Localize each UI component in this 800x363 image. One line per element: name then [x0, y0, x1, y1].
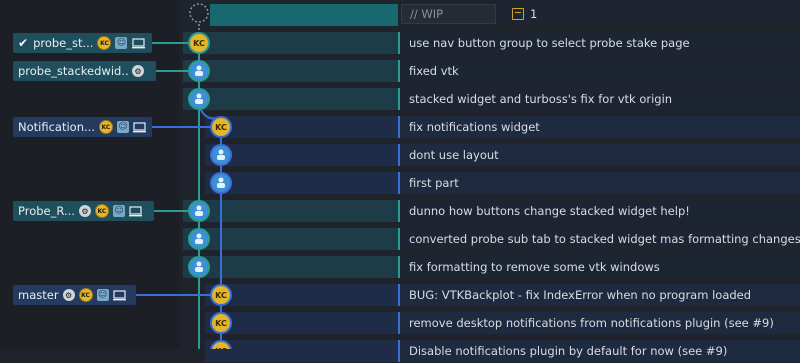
commit-row-band — [183, 228, 398, 250]
kc-icon: KC — [98, 120, 113, 134]
commit-message: first part — [409, 176, 459, 190]
commit-row-band — [205, 172, 398, 194]
branch-tag[interactable]: master ⚙ KC ☺ — [13, 285, 136, 305]
branch-tag[interactable]: Notification... KC ☺ — [13, 117, 152, 137]
commit-message: fixed vtk — [409, 64, 459, 78]
commit-message: use nav button group to select probe sta… — [409, 36, 690, 50]
branch-tag-label: Probe_R... — [18, 204, 75, 218]
github-icon: ⚙ — [132, 65, 144, 77]
commit-message: dunno how buttons change stacked widget … — [409, 204, 690, 218]
lane-color-marker — [398, 172, 400, 194]
computer-icon — [129, 205, 143, 217]
commit-row-band — [183, 88, 398, 110]
commit-row[interactable]: dont use layout — [0, 143, 800, 167]
lane-color-marker — [398, 340, 400, 362]
wip-file-count[interactable]: 1 — [512, 4, 537, 24]
commit-message: fix notifications widget — [409, 120, 540, 134]
commit-row-band — [183, 200, 398, 222]
lane-color-marker — [398, 116, 400, 138]
commit-row-band — [205, 116, 398, 138]
lane-color-marker — [398, 60, 400, 82]
branch-connector — [152, 42, 189, 44]
lane-color-marker — [398, 312, 400, 334]
lane-color-marker — [398, 88, 400, 110]
lane-color-marker — [398, 228, 400, 250]
lane-color-marker — [398, 200, 400, 222]
commit-row-band — [183, 60, 398, 82]
branch-connector — [156, 70, 189, 72]
branch-tag[interactable]: probe_stackedwid... ⚙ — [13, 61, 156, 81]
wip-summary-input[interactable]: // WIP — [401, 4, 496, 24]
lane-color-marker — [398, 256, 400, 278]
branch-connector — [136, 294, 211, 296]
wip-row-background — [496, 4, 800, 24]
branch-tag-label: probe_st... — [33, 36, 94, 50]
github-icon: ⚙ — [62, 289, 75, 301]
lane-color-marker — [398, 144, 400, 166]
commit-row[interactable]: stacked widget and turboss's fix for vtk… — [0, 87, 800, 111]
commit-row-band — [205, 312, 398, 334]
commit-message: stacked widget and turboss's fix for vtk… — [409, 92, 673, 106]
commit-row-band — [183, 32, 398, 54]
commit-row[interactable]: converted probe sub tab to stacked widge… — [0, 227, 800, 251]
wip-file-count-value: 1 — [530, 7, 538, 21]
wip-node-icon — [189, 3, 209, 23]
branch-tag[interactable]: Probe_R... ⚙ KC ☺ — [13, 201, 154, 221]
commit-row[interactable]: remove desktop notifications from notifi… — [0, 311, 800, 335]
branch-tag-label: probe_stackedwid... — [18, 64, 128, 78]
commit-row[interactable]: Disable notifications plugin by default … — [0, 339, 800, 363]
avatar-icon: ☺ — [96, 289, 109, 301]
file-changes-icon — [512, 8, 524, 20]
commit-row-band — [205, 144, 398, 166]
commit-row[interactable]: first part — [0, 171, 800, 195]
lane-color-marker — [398, 32, 400, 54]
branch-tag-label: Notification... — [18, 120, 95, 134]
computer-icon — [131, 37, 145, 49]
kc-icon: KC — [97, 36, 112, 50]
avatar-icon: ☺ — [115, 37, 128, 49]
github-icon: ⚙ — [78, 205, 91, 217]
computer-icon — [133, 121, 147, 133]
checkmark-icon: ✔ — [18, 36, 29, 50]
branch-connector — [154, 210, 189, 212]
wip-row-highlight[interactable] — [210, 4, 398, 26]
commit-row[interactable]: fix formatting to remove some vtk window… — [0, 255, 800, 279]
commit-message: converted probe sub tab to stacked widge… — [409, 232, 800, 246]
lane-color-marker — [398, 284, 400, 306]
avatar-icon: ☺ — [116, 121, 129, 133]
commit-row-band — [183, 256, 398, 278]
branch-connector — [152, 126, 211, 128]
commit-row-band — [205, 340, 398, 362]
kc-icon: KC — [78, 288, 93, 302]
commit-message: BUG: VTKBackplot - fix IndexError when n… — [409, 288, 752, 302]
commit-message: remove desktop notifications from notifi… — [409, 316, 774, 330]
branch-tag[interactable]: ✔ probe_st... KC ☺ — [13, 33, 152, 53]
computer-icon — [113, 289, 127, 301]
commit-message: dont use layout — [409, 148, 499, 162]
avatar-icon: ☺ — [112, 205, 125, 217]
commit-row-band — [205, 284, 398, 306]
branch-tag-label: master — [18, 288, 59, 302]
kc-icon: KC — [94, 204, 109, 218]
commit-message: fix formatting to remove some vtk window… — [409, 260, 660, 274]
commit-message: Disable notifications plugin by default … — [409, 344, 728, 358]
